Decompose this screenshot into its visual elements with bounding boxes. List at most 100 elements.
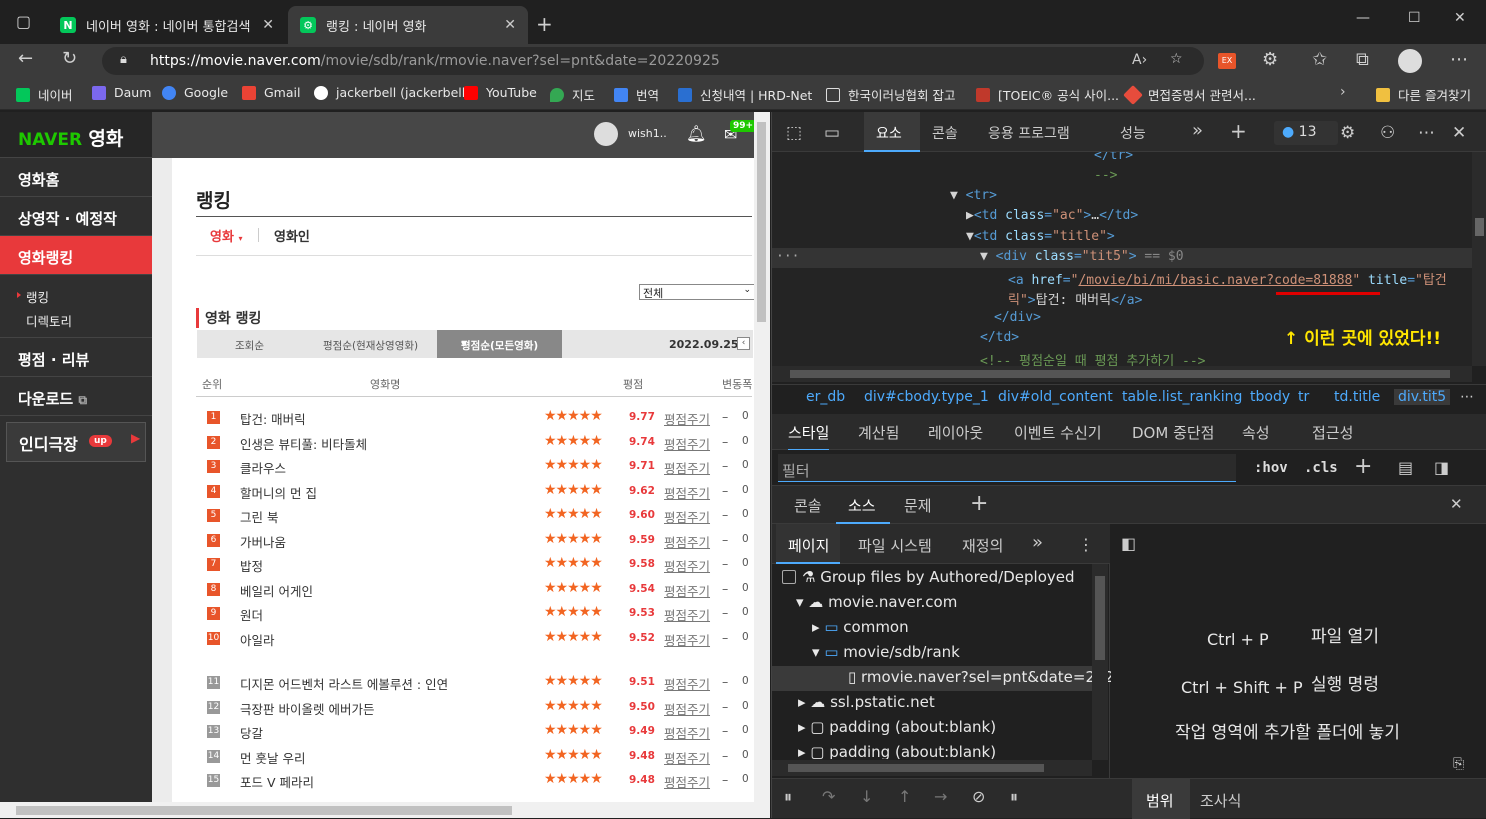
movie-title-link[interactable]: 극장판 바이올렛 에버가든: [240, 699, 374, 718]
filter-input[interactable]: 필터: [778, 454, 1236, 482]
device-icon[interactable]: ▭: [824, 123, 840, 143]
sort-views[interactable]: 조회순: [235, 338, 264, 353]
tree-movie-naver[interactable]: ▾ ☁ movie.naver.com: [796, 593, 957, 618]
tab-naver-search[interactable]: N 네이버 영화 : 네이버 통합검색 ✕: [48, 6, 286, 44]
pause-exceptions-icon[interactable]: ⏸: [1010, 787, 1018, 807]
rate-link[interactable]: 평점주기: [664, 483, 710, 502]
movie-title-link[interactable]: 베일리 어게인: [240, 581, 313, 600]
style-tab[interactable]: 속성: [1242, 422, 1270, 443]
extensions-icon[interactable]: ⚙: [1262, 49, 1278, 70]
movie-title-link[interactable]: 클라우스: [240, 458, 286, 477]
style-tab[interactable]: 스타일: [788, 422, 830, 451]
collections-icon[interactable]: ⧉: [1356, 49, 1369, 70]
favorite-icon[interactable]: ☆: [1170, 51, 1183, 67]
movie-title-link[interactable]: 밥정: [240, 556, 263, 575]
tree-rank-folder[interactable]: ▾ ▭ movie/sdb/rank: [812, 643, 960, 668]
rate-link[interactable]: 평점주기: [664, 458, 710, 477]
user-name[interactable]: wish1..: [628, 127, 667, 140]
bookmark-google[interactable]: Google: [162, 85, 228, 100]
movie-title-link[interactable]: 포드 V 페라리: [240, 772, 314, 791]
bookmark-daum[interactable]: Daum: [92, 85, 151, 100]
bookmark-interview[interactable]: 면접증명서 관련서...: [1123, 84, 1256, 105]
submenu-directory[interactable]: 디렉토리: [0, 307, 152, 331]
menu-movie-home[interactable]: 영화홈: [0, 158, 152, 197]
watch-tab[interactable]: 조사식: [1200, 790, 1241, 811]
bookmark-map[interactable]: 지도: [550, 85, 595, 104]
movie-title-link[interactable]: 디지몬 어드벤처 라스트 에볼루션 : 인연: [240, 674, 448, 693]
rate-link[interactable]: 평점주기: [664, 434, 710, 453]
more-options-icon[interactable]: ⋯: [1418, 123, 1435, 143]
menu-ranking[interactable]: 영화랭킹: [0, 236, 152, 275]
toggle-navigator-icon[interactable]: ◧: [1121, 534, 1136, 553]
breadcrumb-item[interactable]: div.tit5: [1394, 389, 1451, 405]
customize-icon[interactable]: ⚇: [1380, 123, 1395, 143]
page-scrollbar[interactable]: [754, 112, 770, 802]
refresh-icon[interactable]: ↻: [62, 48, 77, 69]
more-icon[interactable]: ⋯: [1450, 49, 1468, 70]
console-drawer-icon[interactable]: ⎘: [1453, 756, 1464, 772]
tab-actions-icon[interactable]: ▢: [16, 12, 31, 31]
step-icon[interactable]: →: [934, 787, 947, 806]
breadcrumb-item[interactable]: td.title: [1334, 389, 1380, 405]
bookmark-hrdnet[interactable]: 신청내역 | HRD-Net: [678, 85, 812, 104]
breadcrumb-item[interactable]: table.list_ranking: [1122, 389, 1242, 405]
tree-rmovie-file[interactable]: ▯ rmovie.naver?sel=pnt&date=202: [848, 668, 1114, 693]
tab-console[interactable]: 콘솔: [932, 123, 958, 143]
add-tab-icon[interactable]: +: [1230, 119, 1247, 143]
rate-link[interactable]: 평점주기: [664, 723, 710, 742]
breadcrumb-item[interactable]: tbody: [1250, 389, 1290, 405]
rate-link[interactable]: 평점주기: [664, 748, 710, 767]
tree-padding-2[interactable]: ▸ ▢ padding (about:blank): [798, 743, 996, 759]
bookmark-naver[interactable]: 네이버: [16, 85, 73, 104]
close-devtools-icon[interactable]: ✕: [1452, 123, 1466, 143]
bell-icon[interactable]: 🔔︎: [686, 124, 706, 143]
movie-title-link[interactable]: 그린 북: [240, 507, 278, 526]
rate-link[interactable]: 평점주기: [664, 581, 710, 600]
minimize-icon[interactable]: —: [1356, 10, 1370, 26]
step-into-icon[interactable]: ↓: [860, 787, 873, 806]
step-out-icon[interactable]: ↑: [898, 787, 911, 806]
pause-icon[interactable]: ⏸︎: [784, 787, 792, 807]
breadcrumb-item[interactable]: tr: [1298, 389, 1309, 405]
tab-people[interactable]: 영화인: [274, 226, 310, 245]
tab-ranking[interactable]: ⚙ 랭킹 : 네이버 영화 ✕: [288, 6, 528, 44]
close-window-icon[interactable]: ✕: [1454, 10, 1466, 26]
source-tab-filesystem[interactable]: 파일 시스템: [858, 535, 932, 556]
drawer-tab-sources[interactable]: 소스: [836, 486, 890, 524]
movie-title-link[interactable]: 당갈: [240, 723, 263, 742]
source-tab-overrides[interactable]: 재정의: [962, 535, 1003, 556]
tree-hscrollbar[interactable]: [772, 760, 1092, 776]
tree-padding-1[interactable]: ▸ ▢ padding (about:blank): [798, 718, 996, 743]
tab-performance[interactable]: 성능: [1120, 123, 1146, 143]
scope-tab[interactable]: 범위: [1132, 779, 1190, 819]
tab-application[interactable]: 응용 프로그램: [988, 123, 1070, 143]
tree-common[interactable]: ▸ ▭ common: [812, 618, 909, 643]
extension-icon[interactable]: EX: [1218, 53, 1236, 69]
bookmark-gmail[interactable]: Gmail: [242, 85, 300, 100]
sort-all-rating[interactable]: 평점순(모든영화) ▾: [437, 330, 562, 358]
elements-tree[interactable]: </tr> --> ▼ <tr> ▶<td class="ac">…</td> …: [772, 152, 1472, 366]
user-avatar[interactable]: [594, 122, 618, 146]
rate-link[interactable]: 평점주기: [664, 674, 710, 693]
source-tab-page[interactable]: 페이지: [776, 524, 840, 564]
tab-elements[interactable]: 요소: [864, 112, 920, 152]
new-rule-icon[interactable]: +: [1354, 454, 1372, 479]
bookmark-github[interactable]: jackerbell (jackerbell): [314, 85, 470, 100]
bookmark-toeic[interactable]: [TOEIC® 공식 사이...: [976, 85, 1119, 104]
maximize-icon[interactable]: ☐: [1408, 10, 1421, 26]
date-prev-icon[interactable]: ‹: [737, 337, 750, 350]
paint-icon[interactable]: ▤: [1398, 458, 1413, 477]
rate-link[interactable]: 평점주기: [664, 630, 710, 649]
profile-avatar[interactable]: [1398, 49, 1422, 73]
rate-link[interactable]: 평점주기: [664, 409, 710, 428]
movie-title-link[interactable]: 아일라: [240, 630, 275, 649]
bookmark-youtube[interactable]: YouTube: [464, 85, 537, 100]
rate-link[interactable]: 평점주기: [664, 699, 710, 718]
movie-title-link[interactable]: 가버나움: [240, 532, 286, 551]
menu-download[interactable]: 다운로드 ⧉: [0, 377, 152, 416]
tab-movie[interactable]: 영화 ▾: [210, 226, 242, 245]
movie-title-link[interactable]: 인생은 뷰티풀: 비타돌체: [240, 434, 367, 453]
source-menu-icon[interactable]: ⋮: [1078, 535, 1094, 554]
deactivate-breakpoints-icon[interactable]: ⊘: [972, 787, 985, 806]
cls-button[interactable]: .cls: [1304, 460, 1338, 476]
